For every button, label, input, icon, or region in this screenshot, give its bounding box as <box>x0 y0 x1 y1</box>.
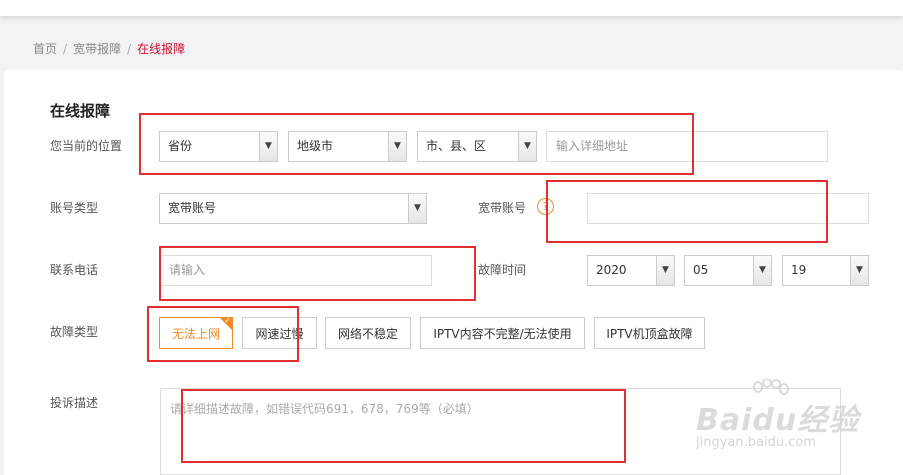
fault-type-unstable-button[interactable]: 网络不稳定 <box>325 317 411 349</box>
check-icon: ✓ <box>224 317 231 325</box>
description-label: 投诉描述 <box>50 396 99 410</box>
chevron-down-icon: ▼ <box>753 256 771 285</box>
help-icon[interactable]: ? <box>537 198 554 215</box>
province-value: 省份 <box>168 139 193 153</box>
account-type-select[interactable]: 宽带账号 ▼ <box>159 193 427 224</box>
day-value: 19 <box>791 263 807 277</box>
phone-label: 联系电话 <box>50 263 99 277</box>
breadcrumb: 首页 / 宽带报障 / 在线报障 <box>33 40 185 57</box>
province-select[interactable]: 省份 ▼ <box>159 131 278 162</box>
broadband-account-label: 宽带账号 <box>478 201 527 215</box>
watermark-url: jingyan.baidu.com <box>696 435 816 450</box>
year-value: 2020 <box>596 263 627 277</box>
breadcrumb-current: 在线报障 <box>137 42 186 56</box>
page-title: 在线报障 <box>50 102 111 120</box>
phone-input[interactable]: 请输入 <box>159 255 432 286</box>
chevron-down-icon: ▼ <box>388 132 406 161</box>
account-type-label: 账号类型 <box>50 201 99 215</box>
chevron-down-icon: ▼ <box>518 132 536 161</box>
watermark-logo-text: Baidu经验 <box>696 403 860 438</box>
county-value: 市、县、区 <box>426 139 487 153</box>
fault-type-label: 故障类型 <box>50 325 99 339</box>
year-select[interactable]: 2020 ▼ <box>587 255 675 286</box>
chevron-down-icon: ▼ <box>259 132 277 161</box>
fault-type-option-label: IPTV内容不完整/无法使用 <box>433 326 572 341</box>
account-type-value: 宽带账号 <box>168 201 217 215</box>
breadcrumb-separator: / <box>63 42 68 56</box>
fault-time-label: 故障时间 <box>478 263 527 277</box>
fault-type-option-label: 网速过慢 <box>255 326 304 341</box>
fault-type-option-label: IPTV机顶盒故障 <box>606 326 693 341</box>
baidu-jingyan-watermark: Baidu经验 jingyan.baidu.com <box>690 375 860 465</box>
fault-type-option-label: 网络不稳定 <box>337 326 398 341</box>
breadcrumb-section[interactable]: 宽带报障 <box>73 42 121 56</box>
chevron-down-icon: ▼ <box>656 256 674 285</box>
chevron-down-icon: ▼ <box>408 194 426 223</box>
month-select[interactable]: 05 ▼ <box>684 255 772 286</box>
county-select[interactable]: 市、县、区 ▼ <box>417 131 537 162</box>
location-label: 您当前的位置 <box>50 139 123 153</box>
fault-type-option-label: 无法上网 <box>171 326 220 341</box>
fault-type-iptv-box-button[interactable]: IPTV机顶盒故障 <box>594 317 705 349</box>
top-header-bar <box>0 0 903 16</box>
city-select[interactable]: 地级市 ▼ <box>288 131 407 162</box>
fault-type-slow-speed-button[interactable]: 网速过慢 <box>242 317 317 349</box>
fault-type-no-internet-button[interactable]: 无法上网 ✓ <box>159 317 233 349</box>
breadcrumb-home[interactable]: 首页 <box>33 42 57 56</box>
broadband-account-input[interactable] <box>587 193 869 224</box>
fault-type-iptv-content-button[interactable]: IPTV内容不完整/无法使用 <box>420 317 585 349</box>
breadcrumb-separator: / <box>127 42 132 56</box>
day-select[interactable]: 19 ▼ <box>782 255 869 286</box>
chevron-down-icon: ▼ <box>850 256 868 285</box>
month-value: 05 <box>693 263 709 277</box>
city-value: 地级市 <box>297 139 334 153</box>
address-input[interactable]: 输入详细地址 <box>546 131 828 162</box>
